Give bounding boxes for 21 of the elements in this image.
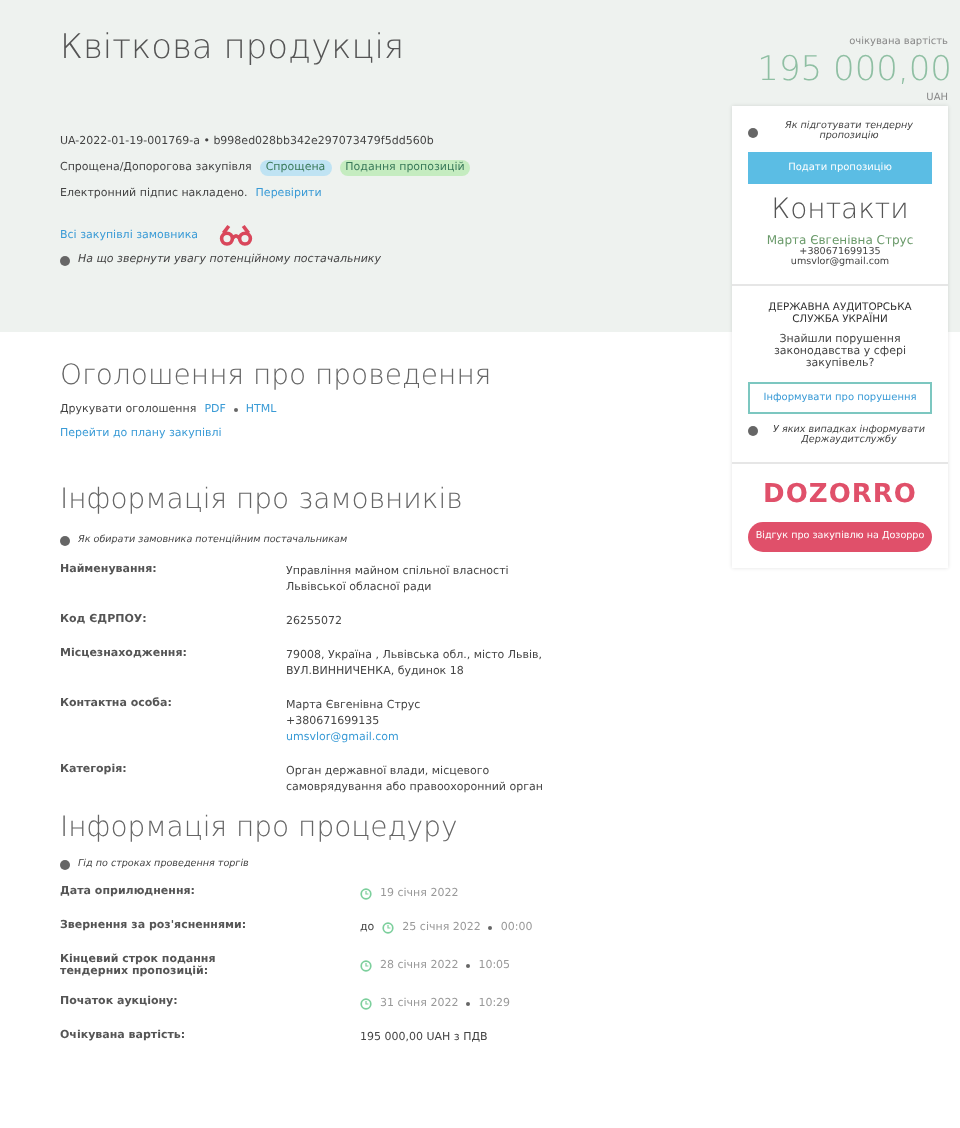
clock-icon (360, 998, 372, 1010)
help-icon (748, 426, 758, 436)
section-title: Інформація про замовників (60, 484, 465, 516)
separator-dot (488, 926, 493, 930)
section-title: Оголошення про проведення (60, 360, 494, 392)
clock-icon (382, 922, 395, 934)
clock-icon (360, 960, 372, 972)
contacts-title: Контакти (769, 194, 911, 226)
glasses-icon[interactable] (218, 224, 255, 246)
tender-title: Квіткова продукція (60, 28, 407, 68)
separator-dot (466, 964, 471, 968)
separator-dot (466, 1002, 471, 1006)
help-icon (60, 255, 70, 265)
clock-icon (360, 888, 372, 900)
separator-dot (233, 408, 238, 412)
help-icon (60, 536, 70, 546)
dozorro-logo: DOZORRO (761, 480, 919, 510)
help-icon (60, 860, 70, 870)
expected-price: 195 000,00 (755, 48, 954, 92)
section-title: Інформація про процедуру (60, 812, 460, 844)
help-icon (748, 127, 758, 137)
